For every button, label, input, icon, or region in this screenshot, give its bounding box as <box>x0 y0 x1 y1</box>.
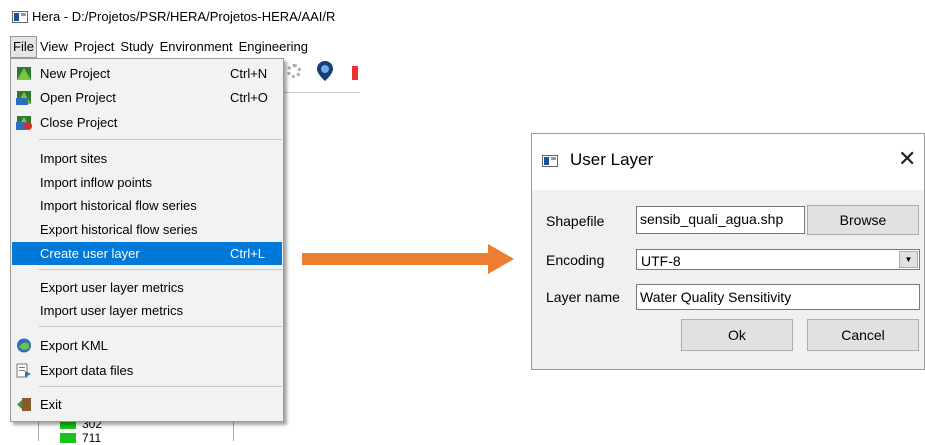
tree-item[interactable]: 711 <box>60 431 102 445</box>
menu-item-new-project[interactable]: New Project Ctrl+N <box>12 62 282 85</box>
menu-item-label: Export KML <box>40 338 108 353</box>
shapefile-field[interactable]: sensib_quali_agua.shp <box>636 206 805 234</box>
menu-study[interactable]: Study <box>117 36 156 58</box>
tree-item-label: 711 <box>82 431 102 445</box>
encoding-label: Encoding <box>546 252 605 268</box>
app-icon <box>12 11 28 23</box>
kml-icon <box>17 338 31 353</box>
menu-item-import-inflow-points[interactable]: Import inflow points <box>12 171 282 194</box>
menu-item-shortcut: Ctrl+O <box>230 90 268 105</box>
window-title: Hera - D:/Projetos/PSR/HERA/Projetos-HER… <box>32 9 336 24</box>
encoding-select[interactable]: UTF-8 ▼ <box>636 249 920 270</box>
close-project-icon <box>16 116 32 130</box>
menu-item-export-historical-flow[interactable]: Export historical flow series <box>12 218 282 241</box>
close-icon[interactable]: ✕ <box>898 147 916 171</box>
menu-item-import-historical-flow[interactable]: Import historical flow series <box>12 194 282 217</box>
menu-view[interactable]: View <box>37 36 71 58</box>
menu-file[interactable]: File <box>10 36 37 58</box>
arrow-icon <box>302 244 514 274</box>
encoding-value: UTF-8 <box>641 253 681 269</box>
site-marker-icon <box>60 433 76 443</box>
export-data-icon <box>16 363 31 378</box>
menu-item-export-kml[interactable]: Export KML <box>12 334 282 357</box>
exit-icon <box>17 398 31 411</box>
browse-button[interactable]: Browse <box>807 205 919 235</box>
menu-item-import-sites[interactable]: Import sites <box>12 147 282 170</box>
ok-button[interactable]: Ok <box>681 319 793 351</box>
toolbar-divider <box>283 92 360 93</box>
menu-item-shortcut: Ctrl+N <box>230 66 268 81</box>
menu-environment[interactable]: Environment <box>157 36 236 58</box>
shapefile-label: Shapefile <box>546 213 605 229</box>
menu-item-open-project[interactable]: Open Project Ctrl+O <box>12 86 282 109</box>
menu-item-label: Import sites <box>40 151 108 166</box>
gear-icon[interactable] <box>287 64 301 78</box>
menu-item-shortcut: Ctrl+L <box>230 246 266 261</box>
menu-item-export-data-files[interactable]: Export data files <box>12 359 282 382</box>
menubar: File View Project Study Environment Engi… <box>10 36 360 58</box>
user-layer-dialog: User Layer ✕ Shapefile sensib_quali_agua… <box>531 133 925 370</box>
toolbar-partial-icon[interactable] <box>352 66 358 80</box>
menu-project[interactable]: Project <box>71 36 117 58</box>
menu-item-label: Import user layer metrics <box>40 303 184 318</box>
layer-name-field[interactable]: Water Quality Sensitivity <box>636 284 920 310</box>
menu-separator <box>39 326 282 327</box>
menu-item-close-project[interactable]: Close Project <box>12 111 282 134</box>
layer-name-label: Layer name <box>546 289 620 305</box>
menu-item-label: New Project <box>40 66 111 81</box>
map-pin-icon[interactable] <box>316 60 334 82</box>
menu-item-label: Import historical flow series <box>40 198 197 213</box>
menu-separator <box>39 269 282 270</box>
menu-item-exit[interactable]: Exit <box>12 393 282 416</box>
main-window-titlebar: Hera - D:/Projetos/PSR/HERA/Projetos-HER… <box>0 0 360 34</box>
menu-engineering[interactable]: Engineering <box>236 36 311 58</box>
dialog-title: User Layer <box>570 150 654 169</box>
menu-item-label: Export data files <box>40 363 134 378</box>
menu-item-label: Import inflow points <box>40 175 152 190</box>
menu-item-label: Export user layer metrics <box>40 280 184 295</box>
menu-separator <box>39 386 282 387</box>
app-icon <box>542 155 558 167</box>
new-project-icon <box>17 67 31 80</box>
open-project-icon <box>16 91 31 105</box>
menu-separator <box>39 139 282 140</box>
file-menu: New Project Ctrl+N Open Project Ctrl+O C… <box>10 58 284 422</box>
cancel-button[interactable]: Cancel <box>807 319 919 351</box>
menu-item-create-user-layer[interactable]: Create user layer Ctrl+L <box>12 242 282 265</box>
dialog-titlebar: User Layer ✕ <box>532 134 924 190</box>
menu-item-import-user-layer-metrics[interactable]: Import user layer metrics <box>12 299 282 322</box>
menu-item-export-user-layer-metrics[interactable]: Export user layer metrics <box>12 276 282 299</box>
menu-item-label: Open Project <box>40 90 116 105</box>
menu-item-label: Close Project <box>40 115 118 130</box>
chevron-down-icon[interactable]: ▼ <box>899 251 918 268</box>
menu-item-label: Exit <box>40 397 62 412</box>
menu-item-label: Create user layer <box>40 246 140 261</box>
tree-panel-border <box>233 420 234 441</box>
menu-item-label: Export historical flow series <box>40 222 198 237</box>
